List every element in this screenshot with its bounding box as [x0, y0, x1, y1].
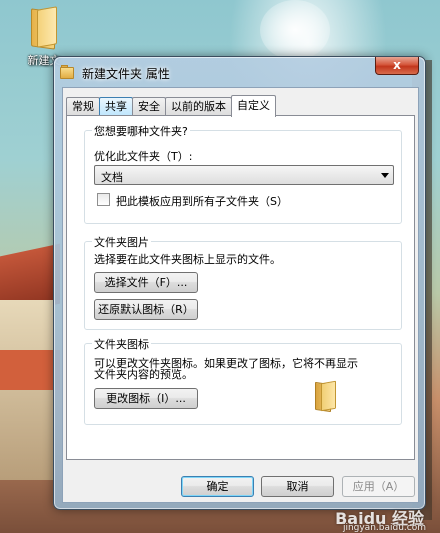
folder-icon — [60, 65, 76, 79]
folder-type-group: 您想要哪种文件夹? 优化此文件夹（T）: 文档 把此模板应用到所有子文件夹（S） — [84, 123, 402, 224]
background-feather — [260, 0, 330, 60]
cancel-button[interactable]: 取消 — [261, 476, 334, 497]
apply-subfolders-label: 把此模板应用到所有子文件夹（S） — [116, 195, 288, 208]
apply-button[interactable]: 应用（A） — [342, 476, 415, 497]
folder-icon-description-line2: 文件夹内容的预览。 — [94, 368, 193, 381]
folder-picture-description: 选择要在此文件夹图标上显示的文件。 — [94, 253, 281, 266]
optimize-select[interactable]: 文档 — [94, 165, 394, 185]
optimize-label: 优化此文件夹（T）: — [94, 150, 193, 163]
tab-strip: 常规 共享 安全 以前的版本 自定义 — [66, 94, 276, 117]
folder-icon — [27, 4, 61, 50]
close-button[interactable]: x — [375, 57, 419, 75]
background-building — [0, 300, 55, 480]
chevron-down-icon — [381, 173, 389, 178]
watermark-url: jingyan.baidu.com — [342, 523, 426, 533]
apply-subfolders-checkbox[interactable] — [97, 193, 110, 206]
folder-icon-group: 文件夹图标 可以更改文件夹图标。如果更改了图标，它将不再显示 文件夹内容的预览。… — [84, 336, 402, 425]
folder-picture-group: 文件夹图片 选择要在此文件夹图标上显示的文件。 选择文件（F）... 还原默认图… — [84, 234, 402, 330]
customize-panel: 您想要哪种文件夹? 优化此文件夹（T）: 文档 把此模板应用到所有子文件夹（S）… — [66, 115, 415, 460]
background-roof-lower — [0, 350, 60, 390]
window-title: 新建文件夹 属性 — [82, 67, 170, 81]
title-bar[interactable]: 新建文件夹 属性 x — [54, 57, 425, 87]
dialog-client-area: 常规 共享 安全 以前的版本 自定义 您想要哪种文件夹? 优化此文件夹（T）: … — [62, 87, 419, 503]
properties-dialog: 新建文件夹 属性 x 常规 共享 安全 以前的版本 自定义 您想要哪种文件夹? … — [53, 56, 426, 510]
change-icon-button[interactable]: 更改图标（I）... — [94, 388, 198, 409]
folder-preview-icon — [313, 380, 341, 414]
ok-button[interactable]: 确定 — [181, 476, 254, 497]
group-title-folder-type: 您想要哪种文件夹? — [92, 123, 190, 139]
choose-file-button[interactable]: 选择文件（F）... — [94, 272, 198, 293]
group-title-folder-picture: 文件夹图片 — [92, 234, 151, 250]
group-title-folder-icon: 文件夹图标 — [92, 336, 151, 352]
tab-sharing[interactable]: 共享 — [99, 97, 133, 116]
optimize-select-value: 文档 — [101, 171, 123, 184]
tab-general[interactable]: 常规 — [66, 97, 100, 116]
restore-default-button[interactable]: 还原默认图标（R） — [94, 299, 198, 320]
tab-security[interactable]: 安全 — [132, 97, 166, 116]
tab-previous-versions[interactable]: 以前的版本 — [165, 97, 232, 116]
tab-customize[interactable]: 自定义 — [231, 95, 276, 117]
